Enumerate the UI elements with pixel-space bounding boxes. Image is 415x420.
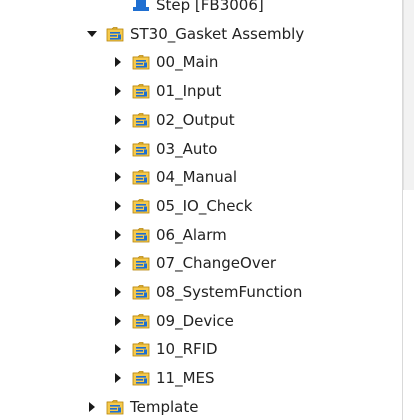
tree-item-label: 05_IO_Check	[156, 196, 253, 215]
program-folder-icon	[132, 371, 150, 386]
tree-item-label: 09_Device	[156, 311, 234, 330]
program-folder-icon	[132, 285, 150, 300]
program-folder-icon	[132, 112, 150, 128]
tree-item[interactable]: Template	[0, 394, 415, 420]
project-tree: Step [FB3006] ST30_Gasket Assembly 00_Main…	[0, 0, 415, 420]
program-folder-icon	[132, 227, 150, 242]
expand-arrow-right-icon[interactable]	[112, 56, 124, 68]
tree-item[interactable]: 10_RFID	[0, 336, 415, 362]
expand-arrow-right-icon[interactable]	[112, 343, 124, 355]
program-folder-icon	[132, 198, 150, 214]
tree-item-label: 02_Output	[156, 110, 235, 129]
tree-item-label: 03_Auto	[156, 139, 218, 158]
expand-arrow-right-icon[interactable]	[112, 286, 124, 298]
expand-arrow-right-icon[interactable]	[112, 372, 124, 384]
program-folder-icon	[132, 313, 150, 329]
expand-arrow-right-icon[interactable]	[112, 229, 124, 241]
expand-arrow-down-icon[interactable]	[86, 28, 98, 40]
program-folder-icon	[132, 170, 150, 185]
tree-item[interactable]: 04_Manual	[0, 164, 415, 190]
tree-item[interactable]: 05_IO_Check	[0, 193, 415, 219]
tree-item-label: 07_ChangeOver	[156, 254, 277, 273]
tree-item-label: 04_Manual	[156, 168, 238, 187]
tree-item[interactable]: ST30_Gasket Assembly	[0, 21, 415, 47]
expand-arrow-right-icon[interactable]	[86, 401, 98, 413]
tree-item[interactable]: 07_ChangeOver	[0, 250, 415, 276]
expand-arrow-right-icon[interactable]	[112, 257, 124, 269]
program-folder-icon	[106, 26, 124, 42]
program-folder-icon	[132, 256, 150, 271]
program-folder-icon	[132, 141, 150, 156]
tree-item-label: 10_RFID	[156, 340, 218, 359]
tree-item[interactable]: 01_Input	[0, 78, 415, 104]
tree-item-label: ST30_Gasket Assembly	[130, 24, 305, 43]
scrollbar-thumb[interactable]	[403, 0, 414, 190]
tree-item-label: 01_Input	[156, 82, 222, 101]
program-folder-icon	[132, 342, 150, 357]
tree-item[interactable]: 08_SystemFunction	[0, 279, 415, 305]
function-block-icon	[133, 0, 149, 11]
expand-arrow-right-icon[interactable]	[112, 114, 124, 126]
tree-item[interactable]: 03_Auto	[0, 136, 415, 162]
tree-item-label: 11_MES	[156, 369, 215, 388]
expand-arrow-right-icon[interactable]	[112, 200, 124, 212]
expand-arrow-right-icon[interactable]	[112, 171, 124, 183]
tree-item[interactable]: 02_Output	[0, 107, 415, 133]
tree-item[interactable]: Step [FB3006]	[0, 0, 415, 18]
tree-item[interactable]: 06_Alarm	[0, 222, 415, 248]
tree-item-label: 08_SystemFunction	[156, 283, 303, 301]
tree-item[interactable]: 11_MES	[0, 365, 415, 391]
tree-item-label: Template	[130, 397, 199, 416]
tree-item-label: 00_Main	[156, 53, 219, 72]
tree-item-label: Step [FB3006]	[156, 0, 264, 14]
tree-item-label: 06_Alarm	[156, 225, 227, 244]
program-folder-icon	[132, 84, 150, 99]
expand-arrow-right-icon[interactable]	[112, 315, 124, 327]
expand-arrow-right-icon[interactable]	[112, 143, 124, 155]
tree-item[interactable]: 09_Device	[0, 308, 415, 334]
program-folder-icon	[132, 55, 150, 70]
expand-arrow-right-icon[interactable]	[112, 85, 124, 97]
tree-item[interactable]: 00_Main	[0, 49, 415, 75]
program-folder-icon	[106, 399, 124, 415]
